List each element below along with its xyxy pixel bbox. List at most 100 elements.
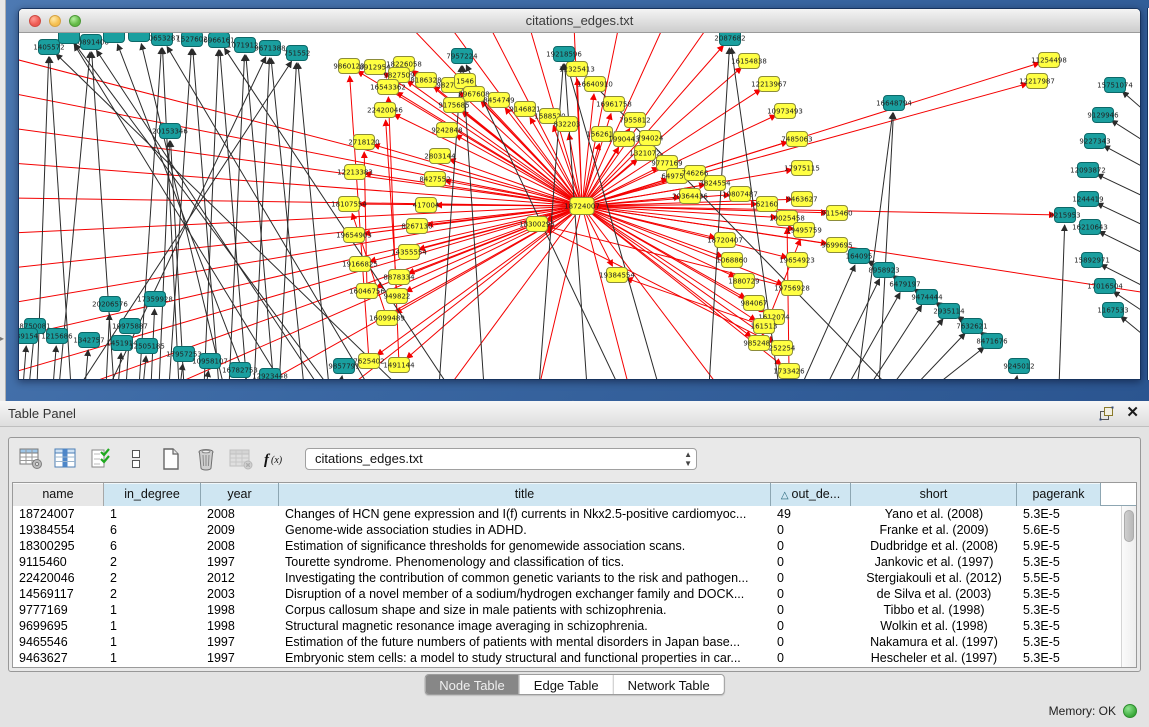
table-row[interactable]: 946554611997Estimation of the future num…	[13, 634, 1121, 650]
close-panel-icon[interactable]: ✕	[1126, 405, 1139, 421]
column-header-year[interactable]: year	[201, 483, 279, 506]
graph-node[interactable]: 949822	[384, 289, 411, 304]
graph-node[interactable]: 2803144	[424, 149, 456, 164]
graph-node[interactable]: 12325413	[559, 62, 595, 77]
graph-node[interactable]: 62160	[756, 197, 778, 212]
table-row[interactable]: 2242004622012Investigating the contribut…	[13, 570, 1121, 586]
graph-node[interactable]	[104, 33, 125, 43]
table-row[interactable]: 1456911722003Disruption of a novel membe…	[13, 586, 1121, 602]
graph-node[interactable]: 16648794	[876, 96, 912, 111]
tab-node-table[interactable]: Node Table	[425, 675, 519, 694]
graph-node[interactable]: 9245012	[1003, 359, 1034, 374]
graph-node[interactable]: 11254498	[1031, 53, 1067, 68]
graph-node[interactable]: 417004	[413, 198, 440, 213]
close-light[interactable]	[29, 15, 41, 27]
graph-node[interactable]: 16210643	[1072, 220, 1108, 235]
table-row[interactable]: 911546021997Tourette syndrome. Phenomeno…	[13, 554, 1121, 570]
graph-node[interactable]: 20206576	[92, 297, 128, 312]
new-file-icon[interactable]	[157, 445, 185, 473]
graph-node[interactable]: 1068860	[716, 253, 747, 268]
graph-node[interactable]: 9115460	[821, 206, 852, 221]
window-titlebar[interactable]: citations_edges.txt	[19, 9, 1140, 33]
memory-status[interactable]: Memory: OK	[1049, 704, 1137, 718]
float-panel-icon[interactable]	[1099, 406, 1114, 421]
graph-node[interactable]: 12213383	[337, 165, 373, 180]
graph-node[interactable]: 15892971	[1074, 253, 1110, 268]
graph-node[interactable]	[129, 33, 150, 42]
graph-node[interactable]: 10973493	[767, 104, 803, 119]
minimize-light[interactable]	[49, 15, 61, 27]
column-header-in_degree[interactable]: in_degree	[104, 483, 201, 506]
table-row[interactable]: 1872400712008Changes of HCN gene express…	[13, 506, 1121, 522]
graph-node[interactable]: 7957224	[446, 49, 478, 64]
graph-node[interactable]: 3824554	[699, 176, 731, 191]
graph-node[interactable]: 16154838	[731, 54, 767, 69]
trash-icon[interactable]	[192, 445, 220, 473]
graph-node[interactable]	[59, 33, 80, 44]
table-selector-dropdown[interactable]: citations_edges.txt ▲▼	[305, 448, 697, 470]
graph-node[interactable]: 1491144	[383, 358, 415, 373]
column-header-pagerank[interactable]: pagerank	[1017, 483, 1101, 506]
graph-node[interactable]: 9463627	[786, 192, 817, 207]
graph-node[interactable]: 161513	[751, 319, 778, 334]
graph-node[interactable]: 1167533	[1097, 303, 1128, 318]
graph-node[interactable]: 252254	[769, 341, 796, 356]
column-visibility-icon[interactable]	[52, 445, 80, 473]
graph-node[interactable]: 19166825	[342, 257, 378, 272]
table-row[interactable]: 1830029562008Estimation of significance …	[13, 538, 1121, 554]
graph-node[interactable]: 12093872	[1070, 163, 1106, 178]
graph-node[interactable]: 9129946	[1087, 108, 1119, 123]
graph-node[interactable]: 984067	[741, 296, 768, 311]
function-builder-icon[interactable]: f (x)	[262, 445, 290, 473]
column-header-title[interactable]: title	[279, 483, 771, 506]
graph-node[interactable]: 6479197	[889, 277, 920, 292]
table-row[interactable]: 977716911998Corpus callosum shape and si…	[13, 602, 1121, 618]
graph-node[interactable]: 2718120	[348, 135, 379, 150]
graph-node[interactable]: 751552	[284, 46, 311, 61]
graph-node[interactable]: 9474444	[911, 290, 943, 305]
graph-node[interactable]: 22420046	[367, 103, 403, 118]
table-row[interactable]: 969969511998Structural magnetic resonanc…	[13, 618, 1121, 634]
table-scrollbar[interactable]	[1121, 506, 1136, 667]
column-header-out_de[interactable]: △out_de...	[771, 483, 851, 506]
graph-node[interactable]: 7632621	[956, 319, 987, 334]
checklist-icon[interactable]	[87, 445, 115, 473]
column-header-short[interactable]: short	[851, 483, 1017, 506]
graph-node[interactable]: 16640910	[577, 77, 613, 92]
graph-node[interactable]: 12217987	[1019, 74, 1055, 89]
graph-node[interactable]: 8878334	[383, 270, 415, 285]
graph-node[interactable]: 20364436	[672, 189, 708, 204]
graph-node[interactable]: 20153346	[152, 124, 188, 139]
graph-node[interactable]: 12213967	[751, 77, 787, 92]
graph-node[interactable]: 832203	[554, 117, 581, 132]
table-scrollbar-thumb[interactable]	[1124, 510, 1134, 542]
graph-node[interactable]: 1733426	[773, 364, 805, 379]
table-row[interactable]: 946362711997Embryonic stem cells: a mode…	[13, 650, 1121, 666]
table-row[interactable]: 1938455462009Genome-wide association stu…	[13, 522, 1121, 538]
graph-node[interactable]: 17975115	[784, 161, 820, 176]
tab-network-table[interactable]: Network Table	[613, 675, 724, 694]
graph-node[interactable]: 19218596	[546, 47, 582, 62]
graph-node[interactable]: 1342757	[73, 333, 104, 348]
network-canvas[interactable]: 1872400798601238912954182260589827509165…	[19, 33, 1140, 379]
graph-node[interactable]: 17359928	[137, 292, 173, 307]
column-header-name[interactable]: name	[13, 483, 104, 506]
network-view-window[interactable]: citations_edges.txt 18724007986012389129…	[18, 8, 1141, 380]
rows-icon[interactable]	[122, 445, 150, 473]
tab-edge-table[interactable]: Edge Table	[519, 675, 613, 694]
graph-node[interactable]: 17016504	[1087, 279, 1123, 294]
graph-node[interactable]: 39154	[19, 329, 39, 344]
graph-node[interactable]: 8267130	[401, 219, 432, 234]
graph-node[interactable]: 794024	[637, 131, 664, 146]
graph-node[interactable]: 9699695	[821, 238, 852, 253]
graph-node[interactable]: 14355554	[391, 245, 427, 260]
graph-node[interactable]: 19654923	[779, 253, 815, 268]
graph-node[interactable]: 2935114	[933, 304, 965, 319]
table-mode-icon[interactable]	[17, 445, 45, 473]
graph-node[interactable]: 8215953	[1049, 208, 1080, 223]
graph-node[interactable]: 2087682	[714, 33, 745, 46]
graph-node[interactable]: 15751074	[1097, 78, 1133, 93]
graph-node[interactable]: 164095	[846, 249, 873, 264]
graph-node[interactable]: 9227343	[1079, 134, 1110, 149]
zoom-light[interactable]	[69, 15, 81, 27]
